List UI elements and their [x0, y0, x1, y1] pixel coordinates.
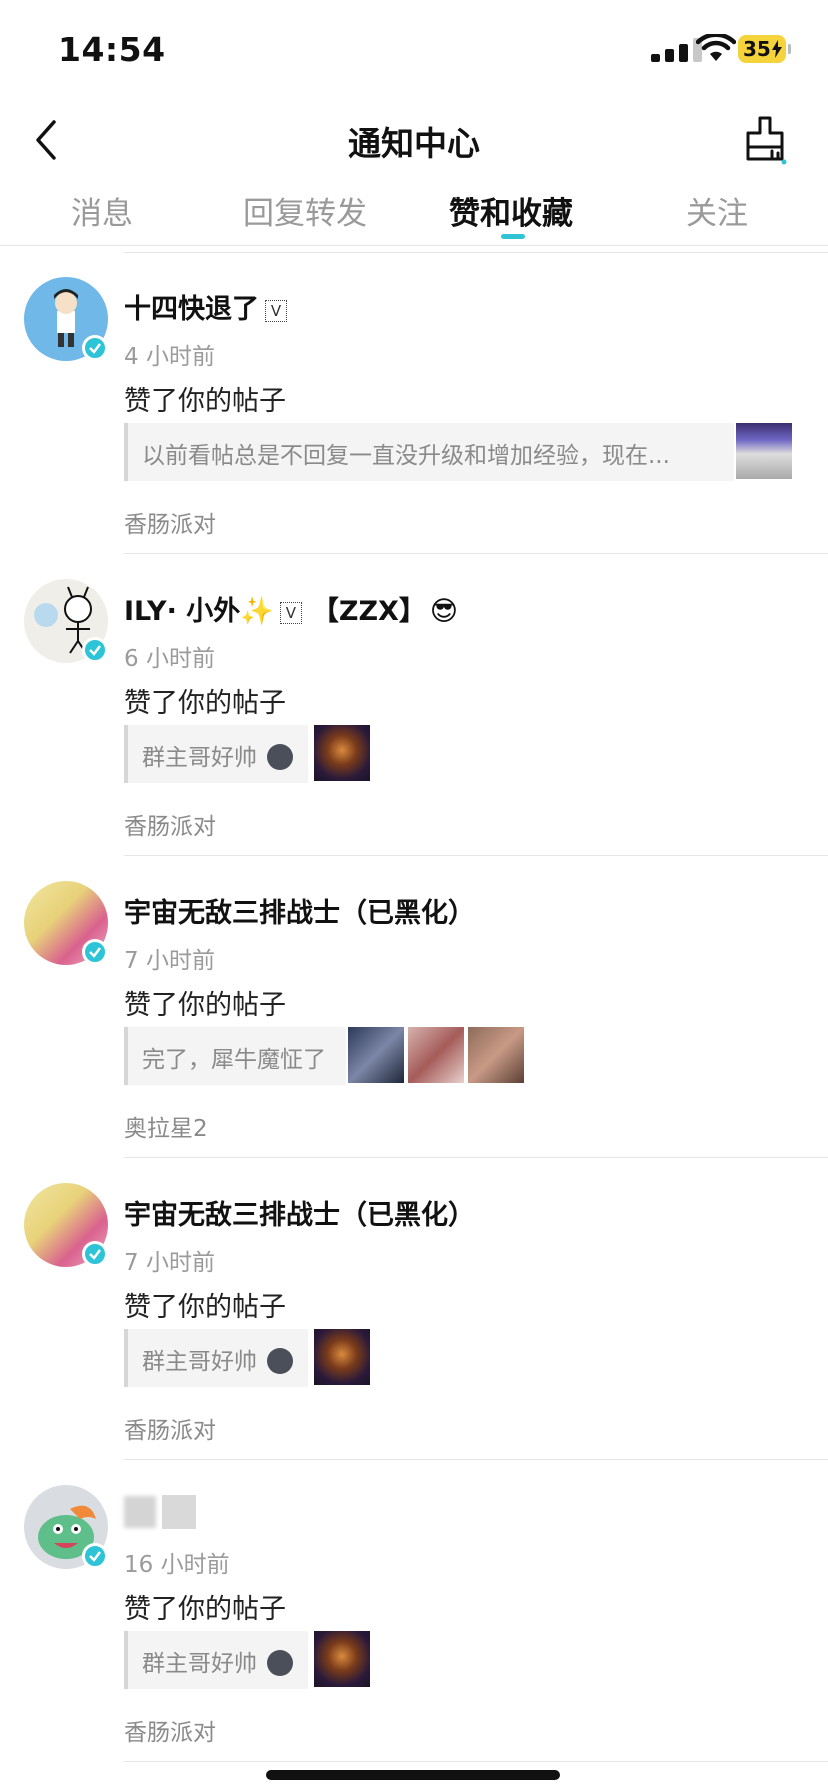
timestamp: 4 小时前 — [124, 344, 215, 370]
post-thumbnail[interactable] — [314, 725, 370, 781]
action-text: 赞了你的帖子 — [124, 1292, 286, 1323]
post-preview[interactable]: 群主哥好帅 — [124, 1631, 308, 1689]
tab-replies-reposts[interactable]: 回复转发 — [243, 188, 367, 233]
user-tag: 【ZZX】 — [311, 596, 426, 627]
post-preview-text: 群主哥好帅 — [142, 1644, 293, 1678]
verified-badge-icon — [82, 1543, 108, 1569]
post-preview-text: 群主哥好帅 — [142, 1342, 293, 1376]
battery-icon: 35 — [738, 35, 791, 63]
user-name[interactable]: 宇宙无敌三排战士（已黑化） — [124, 1193, 475, 1232]
post-thumbnail[interactable] — [348, 1027, 404, 1083]
blurred-name-block — [124, 1496, 156, 1528]
tab-likes-favorites[interactable]: 赞和收藏 — [449, 188, 573, 233]
post-preview[interactable]: 完了，犀牛魔怔了 — [124, 1027, 346, 1085]
dark-moon-emoji-icon — [267, 1347, 293, 1374]
sunglasses-emoji-icon: 😎 — [429, 596, 459, 627]
blurred-name-block — [162, 1495, 196, 1529]
vip-icon: V — [279, 601, 302, 624]
forum-name[interactable]: 香肠派对 — [124, 505, 216, 539]
post-preview[interactable]: 群主哥好帅 — [124, 1329, 308, 1387]
tab-follows[interactable]: 关注 — [686, 188, 748, 233]
divider — [0, 245, 828, 246]
post-thumbnail[interactable] — [408, 1027, 464, 1083]
battery-level: 35 — [743, 37, 771, 61]
active-tab-indicator — [501, 234, 525, 239]
forum-name[interactable]: 香肠派对 — [124, 1713, 216, 1747]
notification-item[interactable]: ILY· 小外✨ V 【ZZX】 😎 6 小时前 赞了你的帖子 群主哥好帅 香肠派对 — [0, 555, 828, 857]
avatar[interactable] — [24, 1183, 108, 1267]
action-text: 赞了你的帖子 — [124, 688, 286, 719]
status-time: 14:54 — [58, 30, 166, 69]
action-text: 赞了你的帖子 — [124, 990, 286, 1021]
notification-item[interactable]: 16 小时前 赞了你的帖子 群主哥好帅 香肠派对 — [0, 1461, 828, 1763]
action-text: 赞了你的帖子 — [124, 386, 286, 417]
home-indicator — [266, 1770, 560, 1780]
notification-item[interactable]: 宇宙无敌三排战士（已黑化） 7 小时前 赞了你的帖子 完了，犀牛魔怔了 奥拉星2 — [0, 857, 828, 1159]
post-preview[interactable]: 以前看帖总是不回复一直没升级和增加经验，现在... — [124, 423, 734, 481]
divider — [124, 1157, 828, 1158]
clear-notifications-icon[interactable] — [742, 115, 788, 165]
divider — [124, 1761, 828, 1762]
post-preview-text: 完了，犀牛魔怔了 — [142, 1047, 326, 1073]
vip-icon: V — [265, 299, 287, 322]
forum-name[interactable]: 香肠派对 — [124, 807, 216, 841]
verified-badge-icon — [82, 637, 108, 663]
sparkle-icon: ✨ — [240, 596, 274, 627]
avatar[interactable] — [24, 881, 108, 965]
avatar[interactable] — [24, 579, 108, 663]
tab-messages[interactable]: 消息 — [71, 188, 133, 233]
forum-name[interactable]: 奥拉星2 — [124, 1109, 208, 1143]
user-name[interactable] — [124, 1495, 196, 1529]
wifi-icon — [696, 34, 736, 61]
post-thumbnail[interactable] — [314, 1631, 370, 1687]
forum-name[interactable]: 香肠派对 — [124, 1411, 216, 1445]
status-bar: 14:54 35 — [0, 0, 828, 96]
dark-moon-emoji-icon — [267, 743, 293, 770]
verified-badge-icon — [82, 939, 108, 965]
post-preview[interactable]: 群主哥好帅 — [124, 725, 308, 783]
timestamp: 7 小时前 — [124, 948, 215, 974]
divider — [124, 855, 828, 856]
verified-badge-icon — [82, 335, 108, 361]
user-name[interactable]: 宇宙无敌三排战士（已黑化） — [124, 891, 475, 930]
post-thumbnail[interactable] — [468, 1027, 524, 1083]
timestamp: 7 小时前 — [124, 1250, 215, 1276]
post-preview-text: 以前看帖总是不回复一直没升级和增加经验，现在... — [142, 443, 670, 469]
timestamp: 6 小时前 — [124, 646, 215, 672]
avatar[interactable] — [24, 1485, 108, 1569]
notification-item[interactable]: 宇宙无敌三排战士（已黑化） 7 小时前 赞了你的帖子 群主哥好帅 香肠派对 — [0, 1159, 828, 1461]
dark-moon-emoji-icon — [267, 1649, 293, 1676]
action-text: 赞了你的帖子 — [124, 1594, 286, 1625]
page-title: 通知中心 — [348, 124, 480, 163]
avatar[interactable] — [24, 277, 108, 361]
timestamp: 16 小时前 — [124, 1552, 230, 1578]
post-thumbnail[interactable] — [736, 423, 792, 479]
post-preview-text: 群主哥好帅 — [142, 738, 293, 772]
notification-item[interactable]: 十四快退了 V 4 小时前 赞了你的帖子 以前看帖总是不回复一直没升级和增加经验，… — [0, 253, 828, 555]
user-name[interactable]: ILY· 小外✨ V 【ZZX】 😎 — [124, 589, 458, 628]
user-name[interactable]: 十四快退了 V — [124, 287, 287, 326]
divider — [124, 1459, 828, 1460]
divider — [124, 553, 828, 554]
verified-badge-icon — [82, 1241, 108, 1267]
post-thumbnail[interactable] — [314, 1329, 370, 1385]
